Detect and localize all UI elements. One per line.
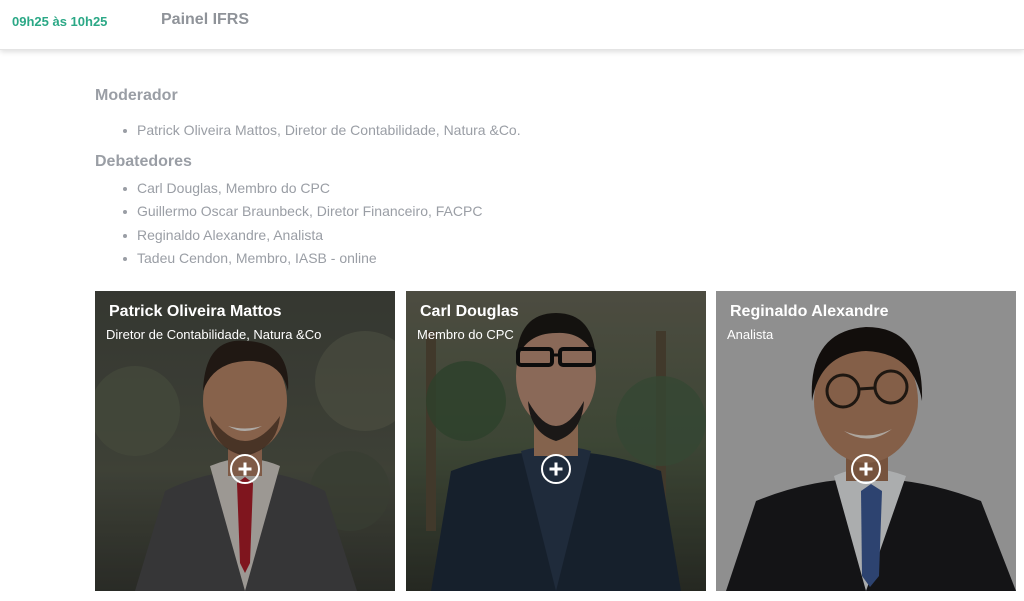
- speaker-role: Analista: [727, 327, 774, 342]
- list-item: Patrick Oliveira Mattos, Diretor de Cont…: [123, 119, 521, 142]
- speaker-card-reginaldo[interactable]: Reginaldo Alexandre Analista: [716, 291, 1016, 591]
- list-item: Tadeu Cendon, Membro, IASB - online: [123, 247, 482, 270]
- session-title: Painel IFRS: [161, 11, 250, 28]
- speaker-role: Diretor de Contabilidade, Natura &Co: [106, 327, 322, 342]
- session-time: 09h25 às 10h25: [12, 14, 108, 29]
- list-item: Guillermo Oscar Braunbeck, Diretor Finan…: [123, 200, 482, 223]
- speaker-card-carl[interactable]: Carl Douglas Membro do CPC: [406, 291, 706, 591]
- speaker-card-patrick[interactable]: Patrick Oliveira Mattos Diretor de Conta…: [95, 291, 395, 591]
- plus-circle-icon[interactable]: [541, 454, 571, 484]
- plus-circle-icon[interactable]: [230, 454, 260, 484]
- moderator-list: Patrick Oliveira Mattos, Diretor de Cont…: [123, 119, 521, 142]
- plus-circle-icon[interactable]: [851, 454, 881, 484]
- list-item: Carl Douglas, Membro do CPC: [123, 177, 482, 200]
- speaker-role: Membro do CPC: [417, 327, 514, 342]
- session-header: 09h25 às 10h25 Painel IFRS: [0, 0, 1024, 50]
- moderator-heading: Moderador: [95, 87, 178, 104]
- list-item: Reginaldo Alexandre, Analista: [123, 224, 482, 247]
- debaters-list: Carl Douglas, Membro do CPC Guillermo Os…: [123, 177, 482, 270]
- speaker-name: Reginaldo Alexandre: [730, 303, 889, 320]
- speaker-name: Patrick Oliveira Mattos: [109, 303, 282, 320]
- speaker-name: Carl Douglas: [420, 303, 519, 320]
- debaters-heading: Debatedores: [95, 153, 192, 170]
